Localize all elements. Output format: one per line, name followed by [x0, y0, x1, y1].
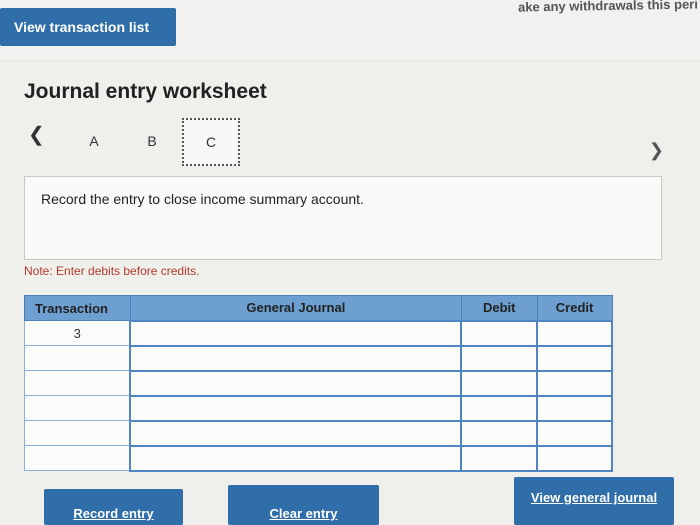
page-title: Journal entry worksheet: [24, 80, 267, 103]
instruction-text: Record the entry to close income summary…: [41, 191, 364, 207]
account-select[interactable]: [129, 344, 463, 372]
header-debit: Debit: [460, 295, 538, 321]
journal-worksheet-panel: Journal entry worksheet ❮ A B C ❯ Record…: [0, 62, 700, 525]
table-row: [24, 394, 613, 422]
journal-entry-table: Transaction General Journal Debit Credit…: [24, 295, 613, 472]
transaction-cell: [24, 420, 131, 446]
header-transaction: Transaction: [24, 295, 131, 321]
debit-input[interactable]: [460, 369, 539, 397]
debit-input[interactable]: [460, 394, 539, 422]
table-row: [24, 369, 613, 397]
clear-entry-button[interactable]: Clear entry: [228, 485, 379, 525]
debit-input[interactable]: [460, 344, 539, 372]
account-select[interactable]: [129, 444, 463, 472]
credit-input[interactable]: [536, 419, 613, 447]
table-row: [24, 444, 613, 472]
instruction-box: Record the entry to close income summary…: [24, 176, 662, 260]
table-row: [24, 344, 613, 372]
transaction-cell: [24, 395, 131, 421]
tab-b[interactable]: B: [130, 118, 174, 164]
credit-input[interactable]: [536, 444, 613, 472]
partial-question-text: ake any withdrawals this peri: [517, 0, 699, 15]
transaction-cell: [24, 370, 131, 396]
record-entry-button[interactable]: Record entry: [44, 489, 183, 525]
tab-c[interactable]: C: [182, 118, 240, 166]
debit-input[interactable]: [460, 419, 539, 447]
account-select[interactable]: [129, 369, 463, 397]
chevron-right-icon[interactable]: ❯: [649, 140, 664, 161]
debit-input[interactable]: [460, 319, 539, 347]
table-row: [24, 419, 613, 447]
view-general-journal-button[interactable]: View general journal: [514, 477, 674, 525]
header-general-journal: General Journal: [129, 295, 462, 321]
credit-input[interactable]: [536, 319, 613, 347]
header-credit: Credit: [536, 295, 613, 321]
debit-input[interactable]: [460, 444, 539, 472]
transaction-cell: [24, 345, 131, 371]
account-select[interactable]: [129, 394, 463, 422]
credit-input[interactable]: [536, 394, 613, 422]
table-row: 3: [24, 319, 613, 347]
chevron-left-icon[interactable]: ❮: [28, 122, 45, 147]
table-header-row: Transaction General Journal Debit Credit: [24, 295, 613, 321]
transaction-cell: 3: [24, 320, 131, 346]
account-select[interactable]: [129, 319, 463, 347]
tab-a[interactable]: A: [72, 118, 116, 164]
view-transaction-list-button[interactable]: View transaction list: [0, 8, 176, 46]
note-text: Note: Enter debits before credits.: [24, 264, 200, 278]
account-select[interactable]: [129, 419, 463, 447]
transaction-cell: [24, 445, 131, 471]
top-strip: ake any withdrawals this peri View trans…: [0, 0, 700, 60]
credit-input[interactable]: [536, 344, 613, 372]
credit-input[interactable]: [536, 369, 613, 397]
